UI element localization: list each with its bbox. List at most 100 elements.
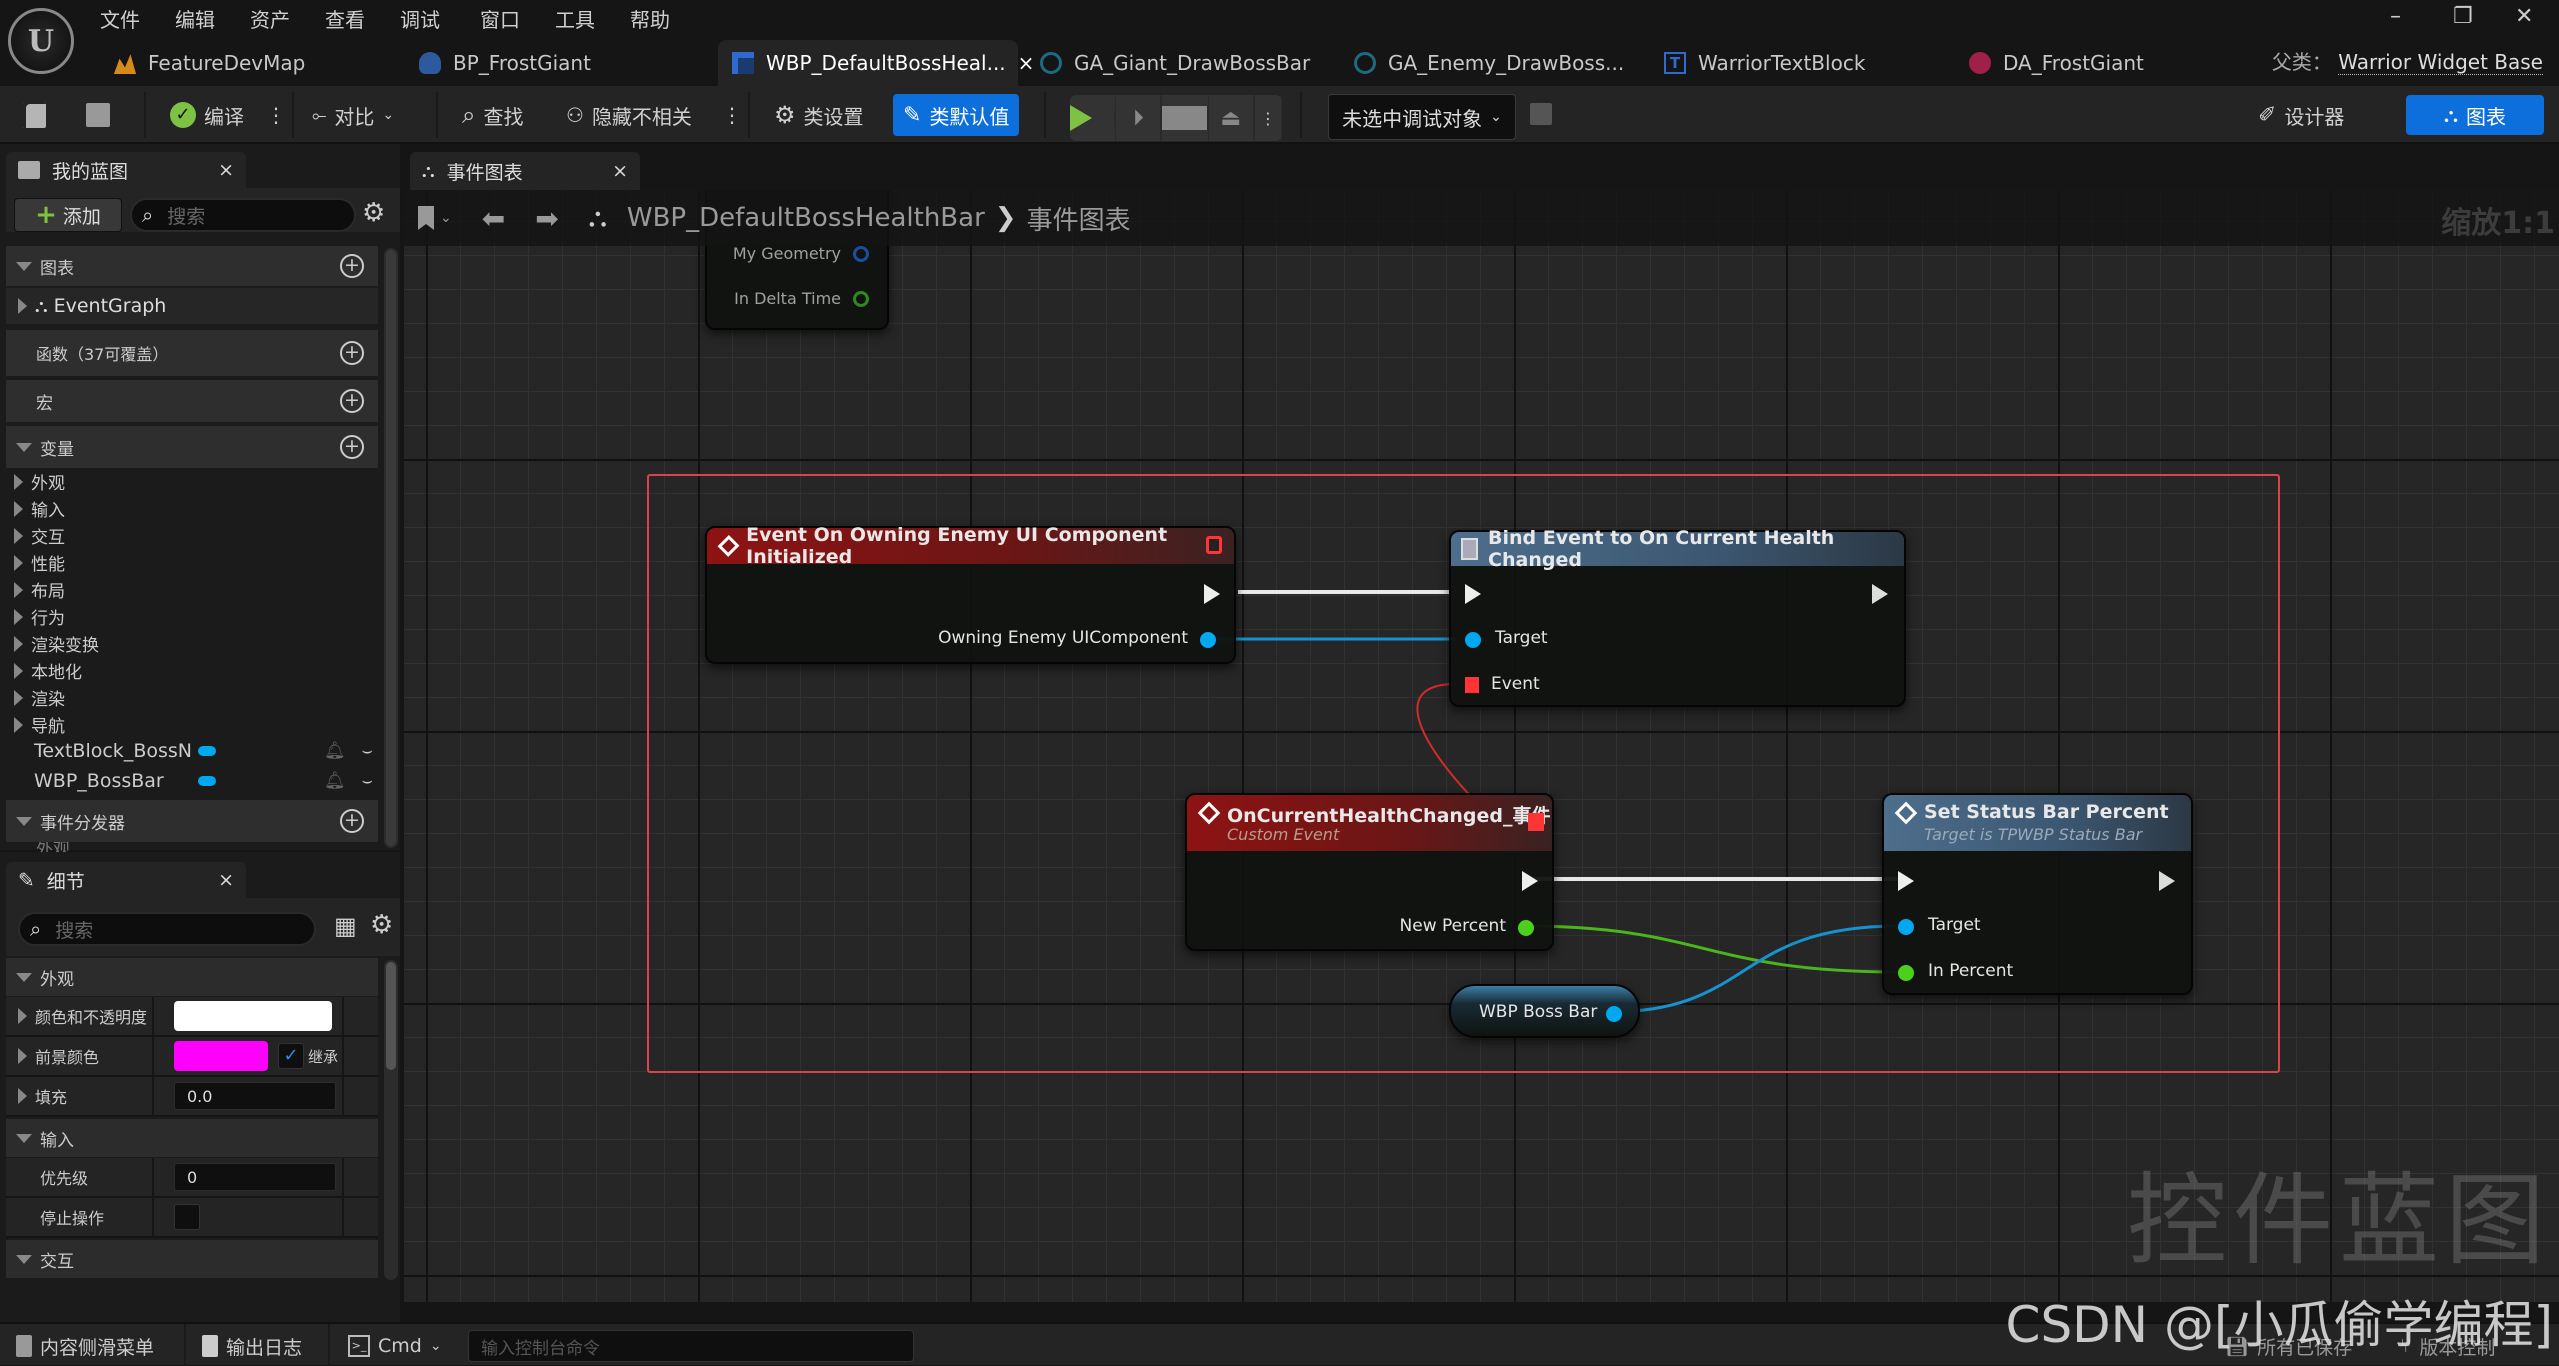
my-blueprint-search-input[interactable]: ⌕ 搜索: [130, 198, 356, 232]
doc-tab-bp-frostgiant[interactable]: BP_FrostGiant: [405, 40, 605, 86]
play-button[interactable]: [1070, 95, 1116, 141]
variable-category-item[interactable]: 外观: [6, 468, 378, 495]
variable-item[interactable]: WBP_BossBar 🔔︎ ⌣: [6, 767, 378, 794]
variable-category-item[interactable]: 渲染变换: [6, 630, 378, 657]
step-button[interactable]: ⏵: [1116, 95, 1162, 141]
menu-view[interactable]: 查看: [325, 4, 365, 33]
float-pin-icon[interactable]: [1518, 920, 1534, 936]
doc-tab-da-frostgiant[interactable]: DA_FrostGiant: [1955, 40, 2158, 86]
debug-find-icon[interactable]: [1530, 103, 1552, 125]
breadcrumb-leaf[interactable]: 事件图表: [1027, 200, 1131, 237]
add-variable-icon[interactable]: +: [340, 435, 364, 459]
menu-debug[interactable]: 调试: [400, 4, 440, 33]
variable-category-item[interactable]: 交互: [6, 522, 378, 549]
float-pin-icon[interactable]: [853, 291, 869, 307]
color-swatch-magenta[interactable]: [174, 1041, 268, 1071]
bell-icon[interactable]: 🔔︎: [324, 741, 346, 761]
menu-help[interactable]: 帮助: [630, 4, 670, 33]
variable-category-item[interactable]: 性能: [6, 549, 378, 576]
section-graphs[interactable]: 图表 +: [6, 246, 378, 286]
doc-tab-ga-enemy-drawboss[interactable]: GA_Enemy_DrawBoss...: [1340, 40, 1638, 86]
priority-field[interactable]: 0: [174, 1163, 336, 1191]
exec-in-pin-icon[interactable]: [1898, 871, 1914, 891]
section-macros[interactable]: 宏 +: [6, 380, 378, 422]
object-pin-icon[interactable]: [1898, 919, 1914, 935]
menu-asset[interactable]: 资产: [250, 4, 290, 33]
chevron-down-icon[interactable]: ⌄: [440, 210, 452, 226]
details-section-interaction[interactable]: 交互: [6, 1240, 378, 1278]
variable-category-item[interactable]: 导航: [6, 711, 378, 738]
doc-tab-featuredevmap[interactable]: FeatureDevMap: [100, 40, 319, 86]
eject-button[interactable]: ⏏: [1209, 95, 1255, 141]
stop-button[interactable]: [1162, 95, 1208, 141]
wbp-boss-bar-getter-node[interactable]: WBP Boss Bar: [1449, 984, 1640, 1038]
float-pin-icon[interactable]: [1898, 965, 1914, 981]
expand-arrow-icon[interactable]: [18, 1008, 27, 1024]
my-blueprint-tab[interactable]: 我的蓝图 ×: [6, 152, 246, 188]
variable-category-item[interactable]: 渲染: [6, 684, 378, 711]
hide-unrelated-button[interactable]: ⚇ 隐藏不相关: [566, 96, 692, 134]
variable-item[interactable]: TextBlock_BossN 🔔︎ ⌣: [6, 737, 378, 764]
play-options-button[interactable]: ⋮: [1255, 95, 1282, 141]
variable-category-item[interactable]: 本地化: [6, 657, 378, 684]
section-variables[interactable]: 变量 +: [6, 426, 378, 468]
section-event-dispatchers[interactable]: 事件分发器 +: [6, 800, 378, 842]
custom-event-node[interactable]: OnCurrentHealthChanged_事件 Custom Event N…: [1185, 793, 1554, 951]
close-panel-icon[interactable]: ×: [218, 869, 234, 891]
event-owning-component-initialized-node[interactable]: Event On Owning Enemy UI Component Initi…: [705, 526, 1236, 664]
debug-object-dropdown[interactable]: 未选中调试对象 ⌄: [1328, 94, 1516, 140]
exec-out-pin-icon[interactable]: [1872, 584, 1888, 604]
close-tab-icon[interactable]: ×: [612, 160, 628, 182]
parent-class-link[interactable]: Warrior Widget Base: [2338, 50, 2543, 75]
struct-pin-icon[interactable]: [853, 246, 869, 262]
output-log-button[interactable]: 输出日志: [202, 1330, 302, 1362]
find-options-button[interactable]: ⋮: [722, 96, 742, 134]
compile-options-button[interactable]: ⋮: [266, 96, 286, 134]
content-drawer-button[interactable]: 内容侧滑菜单: [16, 1330, 154, 1362]
save-button[interactable]: [22, 96, 46, 134]
restore-button[interactable]: ❐: [2453, 4, 2473, 29]
graph-canvas[interactable]: My Geometry In Delta Time Event On Ownin…: [404, 190, 2559, 1302]
object-pin-icon[interactable]: [1606, 1006, 1622, 1022]
object-pin-icon[interactable]: [1200, 632, 1216, 648]
delegate-pin-icon[interactable]: [1206, 536, 1222, 554]
object-pin-icon[interactable]: [1465, 632, 1481, 648]
expand-arrow-icon[interactable]: [18, 1088, 27, 1104]
add-dispatcher-icon[interactable]: +: [340, 809, 364, 833]
delegate-pin-icon[interactable]: [1465, 677, 1479, 693]
unreal-logo-icon[interactable]: U: [8, 8, 74, 74]
event-graph-tab[interactable]: ⛬ 事件图表 ×: [410, 152, 640, 190]
details-section-appearance[interactable]: 外观: [6, 958, 378, 996]
event-graph-item[interactable]: ⛬ EventGraph: [6, 288, 378, 324]
details-search-input[interactable]: ⌕ 搜索: [18, 912, 316, 946]
settings-gear-icon[interactable]: ⚙: [362, 198, 385, 228]
forward-arrow-icon[interactable]: ➡: [535, 202, 558, 235]
details-section-input[interactable]: 输入: [6, 1119, 378, 1157]
graph-mode-button[interactable]: ⛬ 图表: [2406, 95, 2544, 135]
doc-tab-wbp-defaultbosshealthbar[interactable]: WBP_DefaultBossHeal... ×: [718, 40, 1018, 86]
details-scrollbar[interactable]: [384, 960, 398, 1280]
set-status-bar-percent-node[interactable]: Set Status Bar Percent Target is TPWBP S…: [1882, 793, 2193, 995]
color-swatch-white[interactable]: [174, 1001, 332, 1031]
details-tab[interactable]: ✎ 细节 ×: [6, 862, 246, 898]
exec-out-pin-icon[interactable]: [1522, 871, 1538, 891]
visibility-eye-icon[interactable]: ⌣: [362, 741, 373, 761]
back-arrow-icon[interactable]: ⬅: [482, 202, 505, 235]
menu-edit[interactable]: 编辑: [175, 4, 215, 33]
bell-icon[interactable]: 🔔︎: [324, 771, 346, 791]
bookmark-icon[interactable]: [418, 206, 434, 230]
add-graph-icon[interactable]: +: [340, 254, 364, 278]
expand-arrow-icon[interactable]: [18, 1048, 27, 1064]
compile-button[interactable]: ✓ 编译: [170, 96, 244, 134]
exec-in-pin-icon[interactable]: [1465, 584, 1481, 604]
padding-field[interactable]: 0.0: [174, 1082, 336, 1110]
browse-asset-button[interactable]: [86, 96, 110, 134]
add-button[interactable]: + 添加: [14, 198, 122, 232]
add-function-icon[interactable]: +: [340, 341, 364, 365]
breadcrumb-root[interactable]: WBP_DefaultBossHealthBar: [627, 203, 985, 233]
class-defaults-button[interactable]: ✎ 类默认值: [893, 94, 1019, 136]
doc-tab-ga-giant-drawbossbar[interactable]: GA_Giant_DrawBossBar: [1026, 40, 1324, 86]
close-panel-icon[interactable]: ×: [218, 159, 234, 181]
doc-tab-warriortextblock[interactable]: T WarriorTextBlock: [1650, 40, 1879, 86]
variable-category-item[interactable]: 行为: [6, 603, 378, 630]
